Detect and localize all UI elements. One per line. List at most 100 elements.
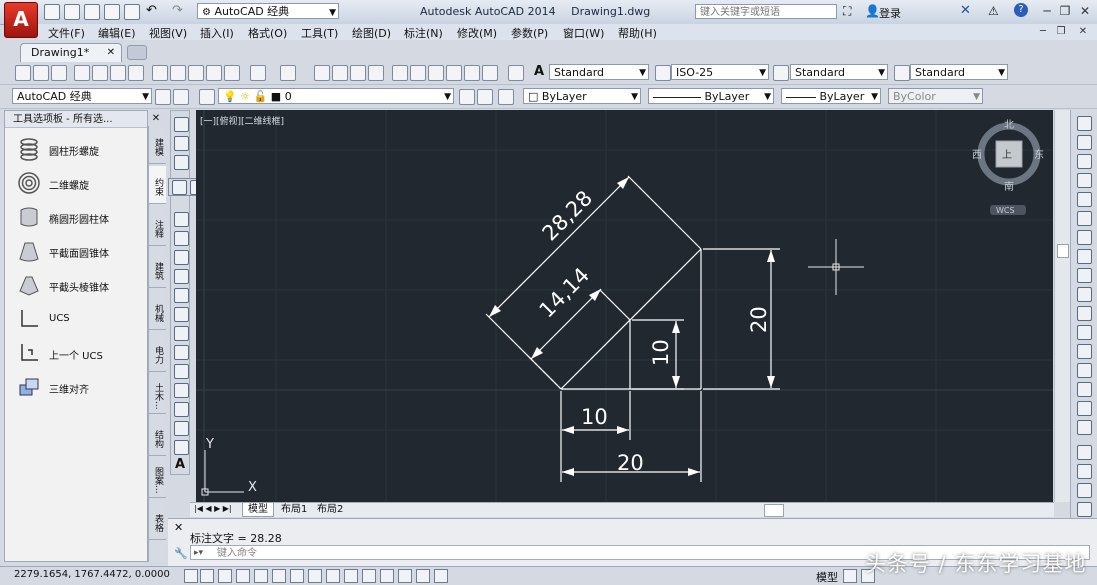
chamfer-icon[interactable] [1077,382,1092,397]
palette-item-frustum-cone[interactable]: 平截面圆锥体 [17,239,145,265]
cmd-close-icon[interactable]: ✕ [174,521,183,534]
match-properties-icon[interactable] [224,65,240,81]
arc-icon[interactable] [174,212,189,227]
spline-icon[interactable] [174,269,189,284]
help-icon[interactable] [508,65,524,81]
ortho-mode-icon[interactable] [236,569,250,583]
menu-draw[interactable]: 绘图(D) [352,25,391,41]
app-menu-button[interactable]: A [4,2,38,38]
tab-close-icon[interactable]: ✕ [107,44,115,62]
fillet-icon[interactable] [1077,401,1092,416]
plot-icon[interactable] [74,65,90,81]
quick-properties-icon[interactable] [398,569,412,583]
box-icon[interactable] [172,180,187,195]
open-file-icon[interactable] [64,4,80,20]
infer-constraints-icon[interactable] [184,569,198,583]
lineweight-select[interactable]: ByLayer ▼ [781,88,881,104]
tab-model[interactable]: 模型 [242,503,274,517]
line-icon[interactable] [174,117,189,132]
palette-item-3d-align[interactable]: 三维对齐 [17,375,145,401]
new-icon[interactable] [15,65,31,81]
palette-item-ucs[interactable]: UCS [17,307,145,333]
annotation-monitor-icon[interactable] [434,569,448,583]
gradient-icon[interactable] [174,402,189,417]
doc-close-icon[interactable]: ✕ [1076,25,1090,39]
palette-item-frustum-pyramid[interactable]: 平截头棱锥体 [17,273,145,299]
cmd-customize-icon[interactable]: 🔧 [174,547,188,560]
menu-modify[interactable]: 修改(M) [457,25,497,41]
print-icon[interactable] [124,4,140,20]
drawing-canvas[interactable]: 28,28 14,14 20 10 10 20 Y X 北 南 西 东 上 WC… [196,110,1053,502]
send-under-icon[interactable] [1077,483,1092,498]
close-icon[interactable]: ✕ [1078,4,1092,18]
circle-icon[interactable] [174,231,189,246]
help-icon[interactable]: ? [1014,3,1028,17]
table-style-icon[interactable] [773,65,789,81]
new-file-icon[interactable] [44,4,60,20]
ellipse-icon[interactable] [174,288,189,303]
snap-mode-icon[interactable] [200,569,214,583]
copy-object-icon[interactable] [1077,135,1092,150]
dim-style-select[interactable]: ISO-25 ▼ [671,64,769,80]
insert-block-icon[interactable] [174,326,189,341]
doc-minimize-icon[interactable]: ─ [1036,25,1050,39]
menu-file[interactable]: 文件(F) [48,25,85,41]
layer-select[interactable]: 💡 ☼ 🔓 ■ 0 ▼ [218,88,454,104]
make-block-icon[interactable] [174,345,189,360]
redo-icon[interactable] [280,65,296,81]
text-style-select[interactable]: Standard ▼ [549,64,649,80]
dim-style-icon[interactable] [655,65,671,81]
tab-hatch[interactable]: 图案... [149,460,166,498]
trim-icon[interactable] [1077,287,1092,302]
tab-mechanical[interactable]: 机械 [149,292,166,330]
tab-electrical[interactable]: 电力 [149,334,166,372]
text-to-front-icon[interactable] [1077,502,1092,517]
copy-icon[interactable] [170,65,186,81]
menu-format[interactable]: 格式(O) [248,25,287,41]
multileader-style-select[interactable]: Standard ▼ [910,64,1008,80]
connect-icon[interactable]: ⚠ [988,4,999,18]
stretch-icon[interactable] [1077,268,1092,283]
publish-icon[interactable] [110,65,126,81]
quick-view-layouts-icon[interactable] [843,569,857,583]
break-icon[interactable] [1077,344,1092,359]
viewcube-top[interactable]: 上 [1002,149,1012,161]
tab-drawing1[interactable]: Drawing1* ✕ [20,43,122,62]
menu-edit[interactable]: 编辑(E) [98,25,136,41]
transparency-icon[interactable] [380,569,394,583]
tab-annotation[interactable]: 注释 [149,208,166,246]
minimize-icon[interactable]: ─ [1040,4,1054,18]
multileader-style-icon[interactable] [894,65,910,81]
make-current-layer-icon[interactable] [459,89,475,105]
user-icon[interactable]: 👤 [865,4,880,18]
pan-icon[interactable] [314,65,330,81]
quickcalc-icon[interactable] [482,65,498,81]
layer-states-icon[interactable] [498,89,514,105]
tab-modeling[interactable]: 建模 [149,126,166,164]
construction-line-icon[interactable] [174,136,189,151]
dynamic-input-icon[interactable] [344,569,358,583]
workspace-settings-icon[interactable] [155,89,171,105]
design-center-icon[interactable] [410,65,426,81]
plotstyle-select[interactable]: ByColor ▼ [888,88,983,104]
menu-insert[interactable]: 插入(I) [200,25,234,41]
selection-cycling-icon[interactable] [416,569,430,583]
rotate-icon[interactable] [1077,230,1092,245]
tab-layout1[interactable]: 布局1 [276,503,312,516]
polar-tracking-icon[interactable] [254,569,268,583]
ellipse-arc-icon[interactable] [174,307,189,322]
palette-item-previous-ucs[interactable]: 上一个 UCS [17,341,145,367]
paste-icon[interactable] [188,65,204,81]
new-tab-icon[interactable] [127,45,147,60]
palette-item-helix[interactable]: 圆柱形螺旋 [17,137,145,163]
polyline-icon[interactable] [174,155,189,170]
palette-close-icon[interactable]: ✕ [150,113,162,125]
menu-window[interactable]: 窗口(W) [563,25,604,41]
save-as-icon[interactable] [104,4,120,20]
layer-properties-icon[interactable] [199,89,215,105]
open-icon[interactable] [33,65,49,81]
hatch-icon[interactable] [174,383,189,398]
model-space-label[interactable]: 模型 [816,569,838,585]
grid-display-icon[interactable] [218,569,232,583]
offset-icon[interactable] [1077,173,1092,188]
